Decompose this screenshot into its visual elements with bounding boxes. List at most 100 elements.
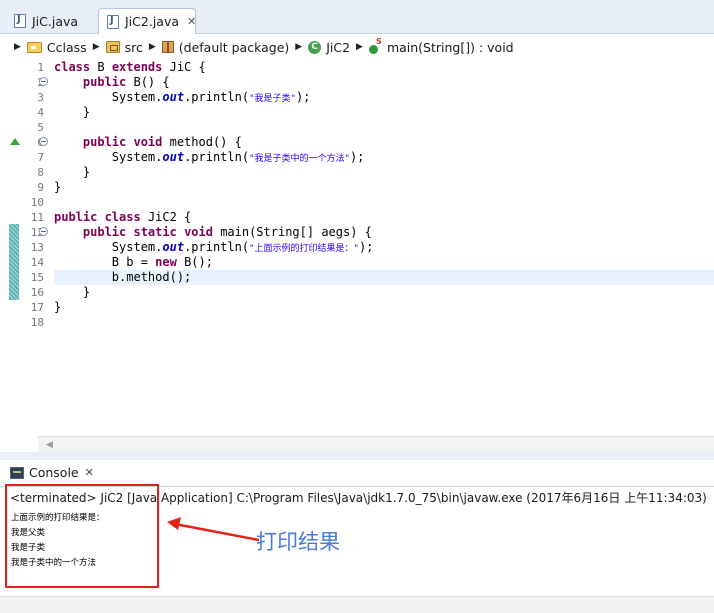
line-number: 15 xyxy=(30,271,44,284)
code-line[interactable]: System.out.println("上面示例的打印结果是："); xyxy=(54,240,714,255)
code-line[interactable] xyxy=(54,315,714,330)
tab-jic2-java[interactable]: JiC2.java ✕ xyxy=(98,8,196,34)
code-token: } xyxy=(54,165,91,179)
code-token: ); xyxy=(295,90,311,104)
code-token: main(String[] aegs) { xyxy=(220,225,372,239)
code-token: JiC2 { xyxy=(147,210,192,224)
tab-label: JiC2.java xyxy=(125,14,180,29)
editor-tab-bar: JiC.java JiC2.java ✕ xyxy=(0,0,714,34)
code-token: public xyxy=(82,135,134,149)
console-tab-label: Console xyxy=(29,465,79,480)
close-icon[interactable]: ✕ xyxy=(85,466,94,479)
line-number: 14 xyxy=(30,256,44,269)
code-line[interactable] xyxy=(54,120,714,135)
code-token: } xyxy=(54,285,91,299)
code-token: "上面示例的打印结果是：" xyxy=(249,244,359,254)
chevron-right-icon[interactable]: ▶ xyxy=(14,42,21,52)
source-folder-icon xyxy=(105,41,120,53)
close-icon[interactable]: ✕ xyxy=(187,15,196,28)
code-token: System. xyxy=(54,240,163,254)
line-number: 16 xyxy=(30,286,44,299)
scroll-left-icon[interactable]: ◀ xyxy=(46,440,53,450)
code-token: B xyxy=(97,60,112,74)
line-number: 17 xyxy=(30,301,44,314)
line-number: 7 xyxy=(37,151,44,164)
code-token: public xyxy=(82,225,134,239)
code-line[interactable]: class B extends JiC { xyxy=(54,60,714,75)
annotation-ruler xyxy=(8,59,20,437)
code-line[interactable]: public class JiC2 { xyxy=(54,210,714,225)
fold-collapse-icon[interactable] xyxy=(39,227,48,236)
code-token: } xyxy=(54,180,62,194)
code-token: class xyxy=(54,60,98,74)
code-line[interactable]: public void method() { xyxy=(54,135,714,150)
line-number-gutter: 123456789101112131415161718 xyxy=(20,59,46,437)
breadcrumb-item-package[interactable]: (default package) xyxy=(179,40,289,55)
breadcrumb-item-class[interactable]: JiC2 xyxy=(326,40,350,55)
breadcrumb-item-method[interactable]: main(String[]) : void xyxy=(387,40,514,55)
override-arrow-icon[interactable] xyxy=(10,138,20,145)
code-token: .println( xyxy=(184,90,250,104)
editor-horizontal-scrollbar[interactable]: ◀ xyxy=(38,436,714,452)
chevron-right-icon[interactable]: ▶ xyxy=(149,42,156,52)
code-token: void xyxy=(184,225,221,239)
code-token: JiC { xyxy=(169,60,206,74)
fold-collapse-icon[interactable] xyxy=(39,77,48,86)
highlight-box xyxy=(5,484,159,588)
code-line[interactable] xyxy=(54,195,714,210)
code-line[interactable]: } xyxy=(54,285,714,300)
breadcrumb-item-src[interactable]: src xyxy=(125,40,143,55)
tab-console[interactable]: Console ✕ xyxy=(10,465,94,480)
code-token: b.method(); xyxy=(54,270,192,284)
code-area[interactable]: class B extends JiC { public B() { Syste… xyxy=(54,59,714,437)
line-number: 13 xyxy=(30,241,44,254)
line-number: 3 xyxy=(37,91,44,104)
fold-collapse-icon[interactable] xyxy=(39,137,48,146)
chevron-right-icon[interactable]: ▶ xyxy=(356,42,363,52)
code-editor[interactable]: 123456789101112131415161718 class B exte… xyxy=(8,59,714,437)
code-line[interactable]: } xyxy=(54,180,714,195)
code-token: ); xyxy=(349,150,365,164)
code-line[interactable]: } xyxy=(54,300,714,315)
code-token: void xyxy=(133,135,170,149)
code-line[interactable]: public static void main(String[] aegs) { xyxy=(54,225,714,240)
code-line[interactable]: System.out.println("我是子类"); xyxy=(54,90,714,105)
code-token: extends xyxy=(111,60,170,74)
line-number: 1 xyxy=(37,61,44,74)
tab-jic-java[interactable]: JiC.java xyxy=(6,8,98,34)
breadcrumb: ▶ Cclass ▶ src ▶ (default package) ▶ C J… xyxy=(0,35,714,59)
tab-label: JiC.java xyxy=(32,13,79,29)
breadcrumb-item-project[interactable]: Cclass xyxy=(47,40,87,55)
java-file-icon xyxy=(14,14,26,28)
annotation-arrow-icon xyxy=(167,517,260,542)
code-token: new xyxy=(155,255,185,269)
code-line[interactable]: } xyxy=(54,105,714,120)
code-token: B(); xyxy=(184,255,213,269)
code-token: B() { xyxy=(133,75,170,89)
line-number: 10 xyxy=(30,196,44,209)
line-number: 18 xyxy=(30,316,44,329)
line-number: 4 xyxy=(37,106,44,119)
code-line[interactable]: System.out.println("我是子类中的一个方法"); xyxy=(54,150,714,165)
console-icon xyxy=(10,466,24,479)
code-token: ); xyxy=(358,240,374,254)
code-token: .println( xyxy=(184,240,250,254)
code-token: out xyxy=(162,150,185,164)
console-horizontal-scrollbar[interactable] xyxy=(0,596,714,613)
code-token: } xyxy=(54,300,62,314)
occurrence-marker[interactable] xyxy=(9,224,19,300)
chevron-right-icon[interactable]: ▶ xyxy=(93,42,100,52)
code-line[interactable]: B b = new B(); xyxy=(54,255,714,270)
code-line[interactable]: } xyxy=(54,165,714,180)
code-line-current[interactable]: b.method(); xyxy=(54,270,714,285)
code-token: System. xyxy=(54,90,163,104)
console-tab-bar: Console ✕ xyxy=(0,460,714,487)
code-line[interactable]: public B() { xyxy=(54,75,714,90)
code-token: public xyxy=(54,210,105,224)
code-token: static xyxy=(133,225,185,239)
code-token: } xyxy=(54,105,91,119)
code-token: public xyxy=(82,75,134,89)
chevron-right-icon[interactable]: ▶ xyxy=(295,42,302,52)
line-number: 5 xyxy=(37,121,44,134)
